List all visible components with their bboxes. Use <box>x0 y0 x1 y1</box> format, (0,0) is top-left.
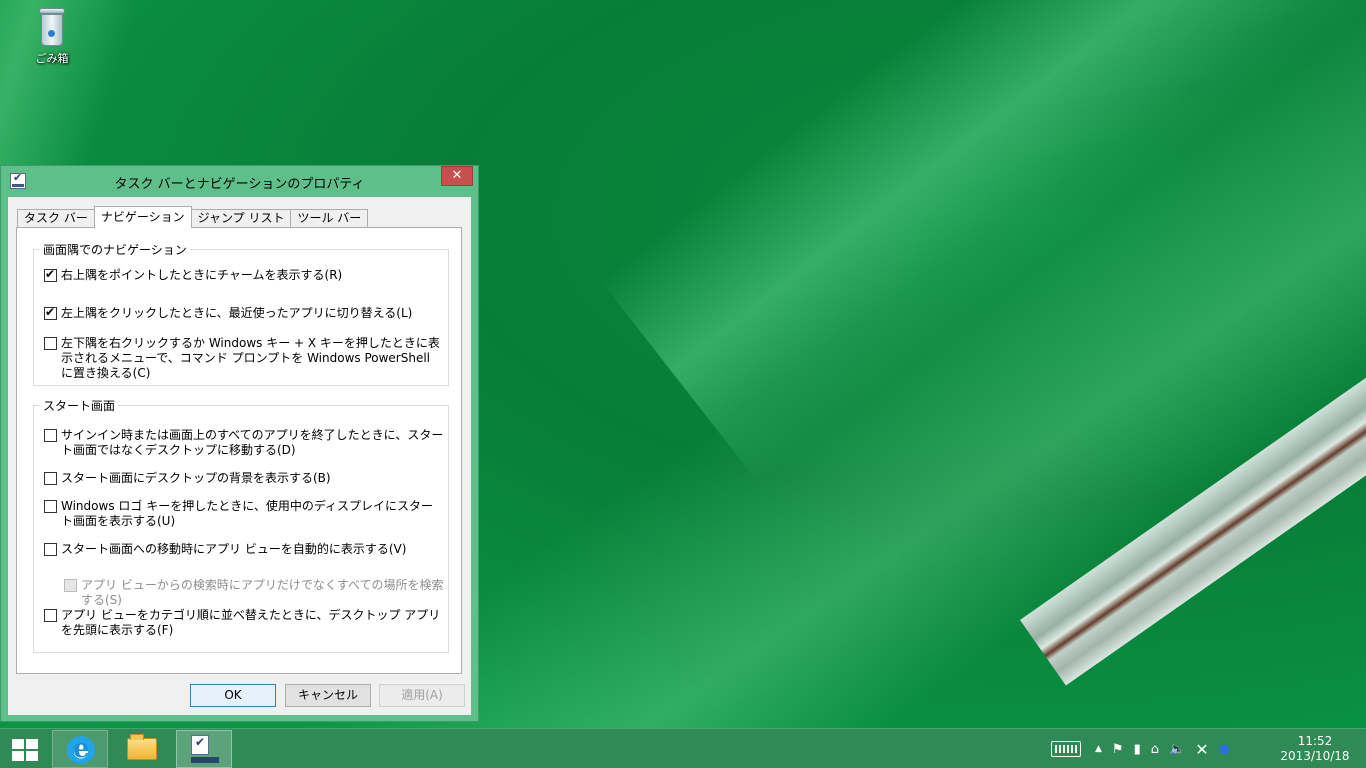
group-title: スタート画面 <box>40 397 119 414</box>
tab-jump-list[interactable]: ジャンプ リスト <box>190 209 292 228</box>
option-switch-apps-top-left[interactable]: 左上隅をクリックしたときに、最近使ったアプリに切り替える(L) <box>44 305 444 321</box>
option-label: 右上隅をポイントしたときにチャームを表示する(R) <box>61 268 343 282</box>
file-explorer-icon <box>127 734 157 760</box>
window-title: タスク バーとナビゲーションのプロパティ <box>114 177 365 192</box>
group-title: 画面隅でのナビゲーション <box>40 241 190 258</box>
apply-button: 適用(A) <box>379 684 465 707</box>
checkbox[interactable] <box>44 337 57 350</box>
tab-toolbars[interactable]: ツール バー <box>290 209 369 228</box>
option-show-apps-view[interactable]: スタート画面への移動時にアプリ ビューを自動的に表示する(V) <box>44 542 444 557</box>
taskbar: ▲ ⚑ ▮ ⌂ 🔈 ✕ ● 11:52 2013/10/18 <box>0 728 1366 768</box>
checkbox[interactable] <box>44 267 57 282</box>
flag-icon[interactable]: ⚑ <box>1112 742 1124 757</box>
option-charms-top-right[interactable]: 右上隅をポイントしたときにチャームを表示する(R) <box>44 267 444 283</box>
ime-icon[interactable]: ● <box>1219 742 1230 757</box>
option-desktop-apps-first[interactable]: アプリ ビューをカテゴリ順に並べ替えたときに、デスクトップ アプリを先頭に表示す… <box>44 608 444 638</box>
checkbox[interactable] <box>44 543 57 556</box>
clock[interactable]: 11:52 2013/10/18 <box>1270 734 1360 764</box>
recycle-bin-label: ごみ箱 <box>35 52 69 65</box>
notification-area: ▲ ⚑ ▮ ⌂ 🔈 ✕ ● <box>1090 729 1235 768</box>
keyboard-icon[interactable] <box>1051 741 1081 757</box>
navigation-tab-panel: 画面隅でのナビゲーション 右上隅をポイントしたときにチャームを表示する(R) 左… <box>16 227 462 674</box>
show-hidden-icons-button[interactable]: ▲ <box>1095 744 1102 754</box>
taskbar-properties-icon <box>191 735 219 765</box>
checkbox <box>64 579 77 592</box>
tab-taskbar[interactable]: タスク バー <box>17 209 95 228</box>
taskbar-properties-window[interactable] <box>176 730 232 768</box>
cancel-button[interactable]: キャンセル <box>285 684 371 707</box>
network-icon[interactable]: ⌂ <box>1151 742 1159 757</box>
checkbox[interactable] <box>44 472 57 485</box>
title-bar[interactable]: タスク バーとナビゲーションのプロパティ ✕ <box>1 166 478 196</box>
clock-date: 2013/10/18 <box>1280 749 1350 763</box>
checkbox[interactable] <box>44 609 57 622</box>
option-powershell-replace[interactable]: 左下隅を右クリックするか Windows キー + X キーを押したときに表示さ… <box>44 336 444 381</box>
start-screen-group: スタート画面 サインイン時または画面上のすべてのアプリを終了したときに、スタート… <box>33 397 449 653</box>
start-icon <box>12 739 24 749</box>
option-label: アプリ ビューをカテゴリ順に並べ替えたときに、デスクトップ アプリを先頭に表示す… <box>61 608 441 637</box>
taskbar-file-explorer[interactable] <box>114 730 170 768</box>
option-label: Windows ロゴ キーを押したときに、使用中のディスプレイにスタート画面を表… <box>61 499 433 528</box>
wallpaper-rail <box>1020 298 1366 686</box>
option-label: アプリ ビューからの検索時にアプリだけでなくすべての場所を検索する(S) <box>81 578 444 607</box>
dialog-client: タスク バー ナビゲーション ジャンプ リスト ツール バー 画面隅でのナビゲー… <box>8 197 471 715</box>
corner-navigation-group: 画面隅でのナビゲーション 右上隅をポイントしたときにチャームを表示する(R) 左… <box>33 241 449 386</box>
tab-strip: タスク バー ナビゲーション ジャンプ リスト ツール バー <box>17 206 369 228</box>
option-go-to-desktop[interactable]: サインイン時または画面上のすべてのアプリを終了したときに、スタート画面ではなくデ… <box>44 428 444 458</box>
tab-navigation[interactable]: ナビゲーション <box>93 206 192 228</box>
battery-icon[interactable]: ▮ <box>1134 742 1141 757</box>
option-label: 左上隅をクリックしたときに、最近使ったアプリに切り替える(L) <box>61 306 413 320</box>
recycle-bin-icon <box>37 6 67 48</box>
recycle-bin[interactable]: ごみ箱 <box>28 6 76 66</box>
wallpaper-sheen <box>600 0 1366 485</box>
close-x-icon[interactable]: ✕ <box>1195 740 1208 759</box>
taskbar-internet-explorer[interactable] <box>52 730 108 768</box>
start-button[interactable] <box>12 739 38 761</box>
close-button[interactable]: ✕ <box>441 166 473 186</box>
checkbox[interactable] <box>44 305 57 320</box>
option-label: スタート画面への移動時にアプリ ビューを自動的に表示する(V) <box>61 542 407 556</box>
option-search-everywhere: アプリ ビューからの検索時にアプリだけでなくすべての場所を検索する(S) <box>64 578 444 608</box>
option-label: スタート画面にデスクトップの背景を表示する(B) <box>61 471 331 485</box>
taskbar-properties-dialog: タスク バーとナビゲーションのプロパティ ✕ タスク バー ナビゲーション ジャ… <box>0 165 479 722</box>
option-label: サインイン時または画面上のすべてのアプリを終了したときに、スタート画面ではなくデ… <box>61 428 444 457</box>
option-label: 左下隅を右クリックするか Windows キー + X キーを押したときに表示さ… <box>61 336 440 380</box>
volume-icon[interactable]: 🔈 <box>1169 742 1185 757</box>
clock-time: 11:52 <box>1297 734 1333 748</box>
ok-button[interactable]: OK <box>190 684 276 707</box>
option-desktop-background[interactable]: スタート画面にデスクトップの背景を表示する(B) <box>44 471 444 486</box>
checkbox[interactable] <box>44 429 57 442</box>
checkbox[interactable] <box>44 500 57 513</box>
option-start-on-active-display[interactable]: Windows ロゴ キーを押したときに、使用中のディスプレイにスタート画面を表… <box>44 499 444 529</box>
internet-explorer-icon <box>67 734 95 764</box>
